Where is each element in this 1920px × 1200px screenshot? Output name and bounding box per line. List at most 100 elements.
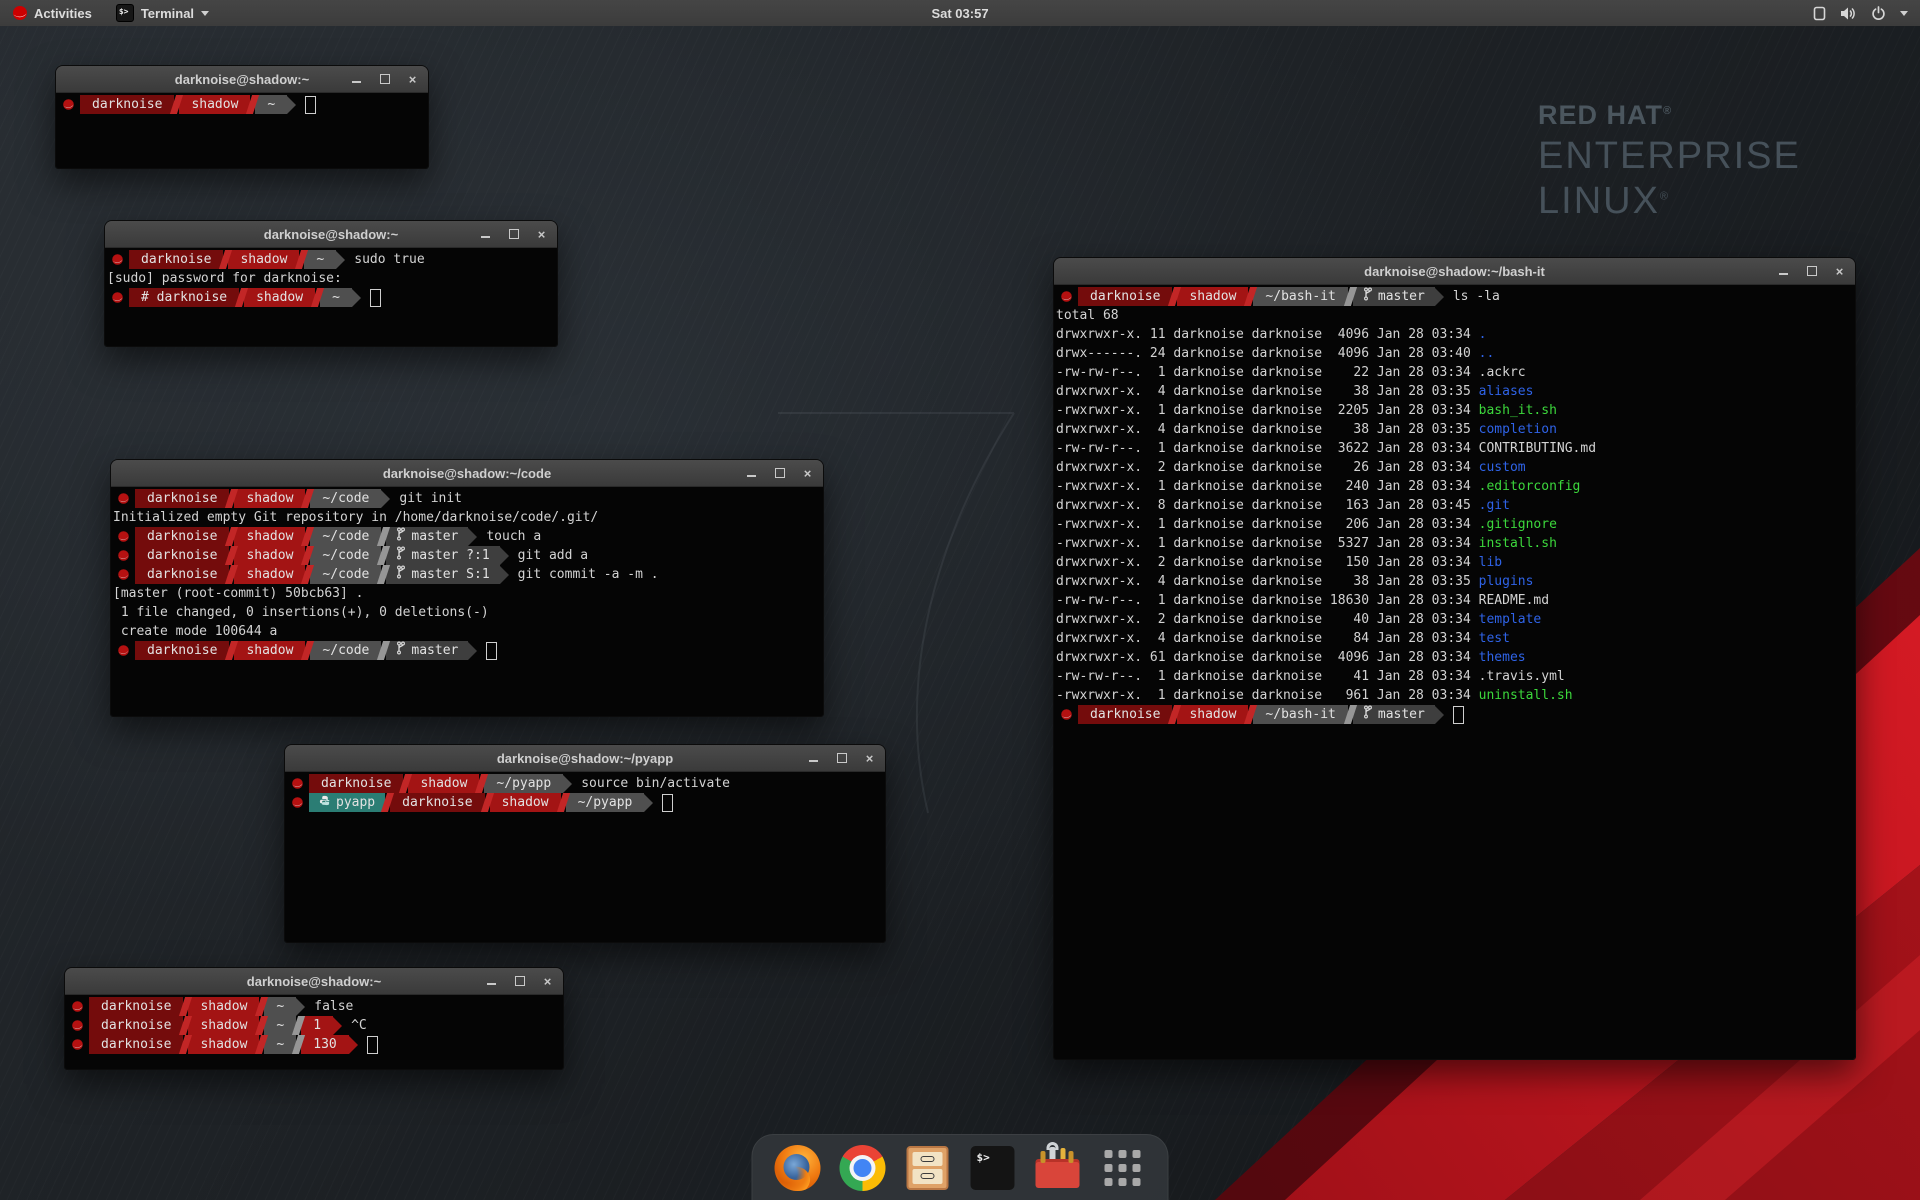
terminal-content[interactable]: darknoiseshadow~/pyappsource bin/activat… <box>285 772 885 942</box>
dock-toolbox[interactable] <box>1035 1145 1081 1191</box>
prompt-segment-text: shadow <box>191 95 238 114</box>
prompt-segment-path: ~ <box>264 1016 296 1035</box>
prompt-segment-venv: pyapp <box>309 793 385 812</box>
prompt-segment-text: ~/code <box>322 527 369 546</box>
dock-terminal[interactable]: $> <box>970 1145 1016 1191</box>
close-button[interactable]: × <box>406 73 419 86</box>
maximize-button[interactable] <box>1805 265 1818 278</box>
command-text: git commit -a -m . <box>518 565 659 584</box>
prompt-segment-exit: 130 <box>301 1035 348 1054</box>
window-titlebar[interactable]: darknoise@shadow:~/pyapp× <box>285 745 885 772</box>
close-button[interactable]: × <box>863 752 876 765</box>
dock-firefox[interactable] <box>775 1145 821 1191</box>
close-button[interactable]: × <box>541 975 554 988</box>
minimize-button[interactable] <box>1777 265 1790 278</box>
redhat-prompt-icon <box>62 98 75 111</box>
maximize-button[interactable] <box>378 73 391 86</box>
prompt-segment-path: ~/code <box>310 527 381 546</box>
redhat-prompt-icon <box>71 1019 84 1032</box>
file-name: README.md <box>1479 591 1549 610</box>
terminal-content[interactable]: darknoiseshadow~falsedarknoiseshadow~1^C… <box>65 995 563 1069</box>
close-button[interactable]: × <box>535 228 548 241</box>
prompt-segment-path: ~/pyapp <box>484 774 563 793</box>
power-icon <box>1871 6 1886 21</box>
git-branch-icon <box>396 546 406 566</box>
minimize-button[interactable] <box>485 975 498 988</box>
prompt-segment-user: darknoise <box>135 565 229 584</box>
maximize-button[interactable] <box>513 975 526 988</box>
activities-button[interactable]: Activities <box>0 0 104 26</box>
terminal-content[interactable]: darknoiseshadow~/codegit initInitialized… <box>111 487 823 716</box>
prompt-segment-text: master ?:1 <box>411 546 489 565</box>
output-text: 1 file changed, 0 insertions(+), 0 delet… <box>113 603 489 622</box>
window-title: darknoise@shadow:~ <box>247 974 381 989</box>
clock[interactable]: Sat 03:57 <box>931 0 988 26</box>
terminal-cursor <box>662 794 673 812</box>
battery-icon <box>1813 5 1826 21</box>
terminal-prompt-line: darknoiseshadow~/bash-itmaster <box>1056 705 1855 724</box>
git-branch-icon <box>1363 705 1373 725</box>
prompt-arrow-icon <box>1435 288 1444 306</box>
redhat-prompt-icon <box>117 530 130 543</box>
maximize-button[interactable] <box>507 228 520 241</box>
minimize-button[interactable] <box>745 467 758 480</box>
window-titlebar[interactable]: darknoise@shadow:~/code× <box>111 460 823 487</box>
prompt-segment-path: ~/code <box>310 565 381 584</box>
minimize-button[interactable] <box>350 73 363 86</box>
terminal-prompt-line: darknoiseshadow~/codegit init <box>113 489 823 508</box>
prompt-segment-text: darknoise <box>147 489 217 508</box>
prompt-arrow-icon <box>336 251 345 269</box>
chevron-down-icon <box>201 11 209 16</box>
terminal-content[interactable]: darknoiseshadow~/bash-itmasterls -latota… <box>1054 285 1855 1059</box>
app-grid-icon <box>1102 1147 1144 1189</box>
redhat-prompt-icon <box>117 549 130 562</box>
window-titlebar[interactable]: darknoise@shadow:~× <box>56 66 428 93</box>
system-status-area[interactable] <box>1801 0 1920 26</box>
redhat-prompt-icon <box>291 777 304 790</box>
file-name: .editorconfig <box>1479 477 1581 496</box>
terminal-output-line: create mode 100644 a <box>113 622 823 641</box>
prompt-segment-host: shadow <box>234 546 305 565</box>
minimize-button[interactable] <box>807 752 820 765</box>
prompt-arrow-icon <box>500 566 509 584</box>
terminal-content[interactable]: darknoiseshadow~sudo true[sudo] password… <box>105 248 557 346</box>
command-text: git add a <box>518 546 588 565</box>
terminal-cursor <box>305 96 316 114</box>
file-name: themes <box>1479 648 1526 667</box>
window-titlebar[interactable]: darknoise@shadow:~ × <box>65 968 563 995</box>
file-listing-row: -rw-rw-r--. 1 darknoise darknoise 41 Jan… <box>1056 667 1855 686</box>
prompt-segment-path: ~/code <box>310 641 381 660</box>
listing-columns: -rwxrwxr-x. 1 darknoise darknoise 240 Ja… <box>1056 477 1479 496</box>
prompt-segment-text: ~ <box>276 1016 284 1035</box>
maximize-button[interactable] <box>773 467 786 480</box>
minimize-button[interactable] <box>479 228 492 241</box>
maximize-button[interactable] <box>835 752 848 765</box>
prompt-segment-path: ~ <box>264 1035 296 1054</box>
file-name: . <box>1479 325 1487 344</box>
listing-columns: -rwxrwxr-x. 1 darknoise darknoise 2205 J… <box>1056 401 1479 420</box>
window-controls: × <box>745 460 814 486</box>
prompt-segment-text: shadow <box>200 1035 247 1054</box>
close-button[interactable]: × <box>1833 265 1846 278</box>
window-titlebar[interactable]: darknoise@shadow:~× <box>105 221 557 248</box>
terminal-cursor <box>1453 706 1464 724</box>
prompt-segment-text: ~ <box>276 1035 284 1054</box>
close-button[interactable]: × <box>801 467 814 480</box>
dock-chrome[interactable] <box>840 1145 886 1191</box>
prompt-segment-host: shadow <box>1177 705 1248 724</box>
file-listing-row: -rw-rw-r--. 1 darknoise darknoise 18630 … <box>1056 591 1855 610</box>
terminal-content[interactable]: darknoiseshadow~ <box>56 93 428 168</box>
dock-files[interactable] <box>905 1145 951 1191</box>
prompt-segment-text: darknoise <box>101 1035 171 1054</box>
terminal-window-term-exitcodes: darknoise@shadow:~×darknoiseshadow~false… <box>64 967 564 1070</box>
dock-app-grid[interactable] <box>1100 1145 1146 1191</box>
prompt-segment-host: shadow <box>244 288 315 307</box>
redhat-prompt-icon <box>111 253 124 266</box>
app-menu-terminal[interactable]: $> Terminal <box>104 0 221 26</box>
prompt-segment-text: shadow <box>240 250 287 269</box>
redhat-prompt-icon <box>1060 290 1073 303</box>
terminal-output-line: Initialized empty Git repository in /hom… <box>113 508 823 527</box>
prompt-arrow-icon <box>287 96 296 114</box>
window-titlebar[interactable]: darknoise@shadow:~/bash-it× <box>1054 258 1855 285</box>
prompt-segment-user: darknoise <box>390 793 484 812</box>
